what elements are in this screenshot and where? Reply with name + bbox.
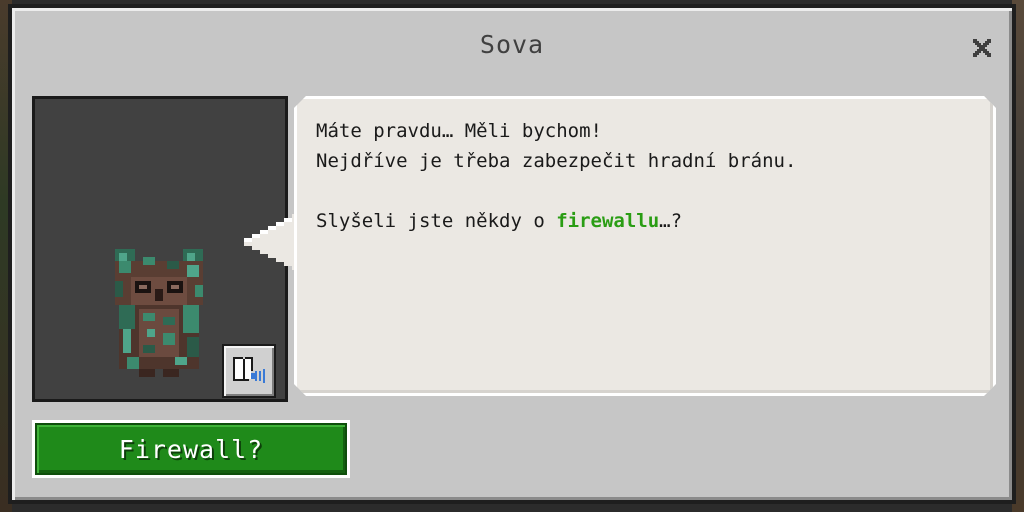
speech-text: Máte pravdu… Měli bychom! Nejdříve je tř… [316, 116, 976, 236]
close-button[interactable] [968, 34, 996, 62]
speech-bubble-tail [244, 214, 300, 270]
firewall-highlight: firewallu [556, 210, 660, 232]
narration-audio-button[interactable] [222, 344, 276, 398]
book-audio-icon [233, 357, 265, 383]
owl-character-icon [115, 249, 203, 377]
dialog-title: Sova [479, 30, 545, 59]
npc-dialog: Sova Máte pravdu… Měli bychom! Nejdříve … [8, 4, 1016, 504]
speech-line-1: Máte pravdu… Měli bychom! [316, 120, 602, 142]
firewall-response-label: Firewall? [35, 423, 347, 475]
speech-bubble: Máte pravdu… Měli bychom! Nejdříve je tř… [244, 96, 996, 396]
speech-line-3-prefix: Slyšeli jste někdy o [316, 210, 557, 232]
speech-line-3-suffix: …? [659, 210, 683, 232]
firewall-response-button[interactable]: Firewall? [32, 420, 350, 478]
close-icon [973, 39, 991, 57]
speech-line-2: Nejdříve je třeba zabezpečit hradní brán… [316, 150, 797, 172]
